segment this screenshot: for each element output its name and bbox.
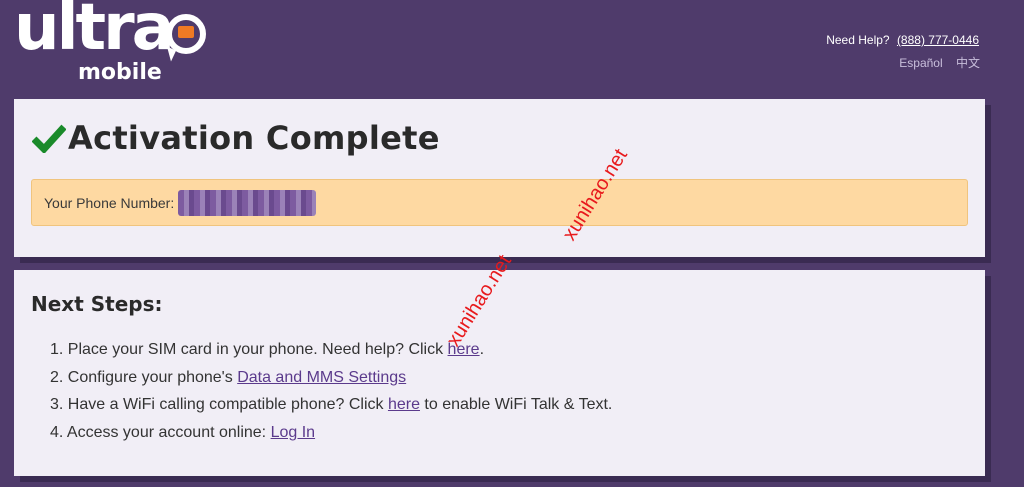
wifi-calling-link[interactable]: here xyxy=(388,396,420,413)
data-mms-settings-link[interactable]: Data and MMS Settings xyxy=(237,369,406,386)
logo-subtitle: mobile xyxy=(78,60,162,85)
sim-card-icon xyxy=(178,26,194,38)
list-item: 2. Configure your phone's Data and MMS S… xyxy=(50,368,612,396)
step-text-after: . xyxy=(479,341,485,358)
step-text: Access your account online: xyxy=(66,423,271,441)
sim-help-link[interactable]: here xyxy=(448,341,480,358)
language-chinese[interactable]: 中文 xyxy=(956,56,980,70)
language-switcher: Español 中文 xyxy=(889,54,980,71)
language-spanish[interactable]: Español xyxy=(899,56,942,70)
log-in-link[interactable]: Log In xyxy=(271,424,315,441)
phone-number-label: Your Phone Number: xyxy=(44,194,175,211)
step-text: Configure your phone's xyxy=(67,368,238,386)
help-contact: Need Help? (888) 777-0446 xyxy=(826,33,979,47)
step-number: 3. xyxy=(50,396,64,413)
list-item: 4. Access your account online: Log In xyxy=(50,423,612,451)
check-icon xyxy=(32,124,66,153)
step-number: 4. xyxy=(50,423,64,441)
help-phone-link[interactable]: (888) 777-0446 xyxy=(897,33,979,47)
list-item: 1. Place your SIM card in your phone. Ne… xyxy=(50,340,612,368)
step-text: Have a WiFi calling compatible phone? Cl… xyxy=(67,396,388,413)
phone-number-alert: Your Phone Number: xyxy=(31,179,968,226)
next-steps-panel: Next Steps: 1. Place your SIM card in yo… xyxy=(14,270,985,476)
logo-wordmark: ultra xyxy=(14,0,175,65)
activation-panel: Activation Complete Your Phone Number: xyxy=(14,99,985,257)
help-label: Need Help? xyxy=(826,33,890,47)
activation-title-row: Activation Complete xyxy=(32,119,440,157)
page-title: Activation Complete xyxy=(68,119,440,157)
step-text-after: to enable WiFi Talk & Text. xyxy=(419,396,613,413)
step-text: Place your SIM card in your phone. Need … xyxy=(67,341,448,358)
step-number: 2. xyxy=(50,368,64,386)
phone-number-value-redacted xyxy=(178,189,317,216)
step-number: 1. xyxy=(50,341,64,358)
ultra-mobile-logo[interactable]: ultra mobile xyxy=(14,0,214,92)
list-item: 3. Have a WiFi calling compatible phone?… xyxy=(50,395,612,423)
next-steps-title: Next Steps: xyxy=(31,292,163,316)
next-steps-list: 1. Place your SIM card in your phone. Ne… xyxy=(50,340,612,450)
